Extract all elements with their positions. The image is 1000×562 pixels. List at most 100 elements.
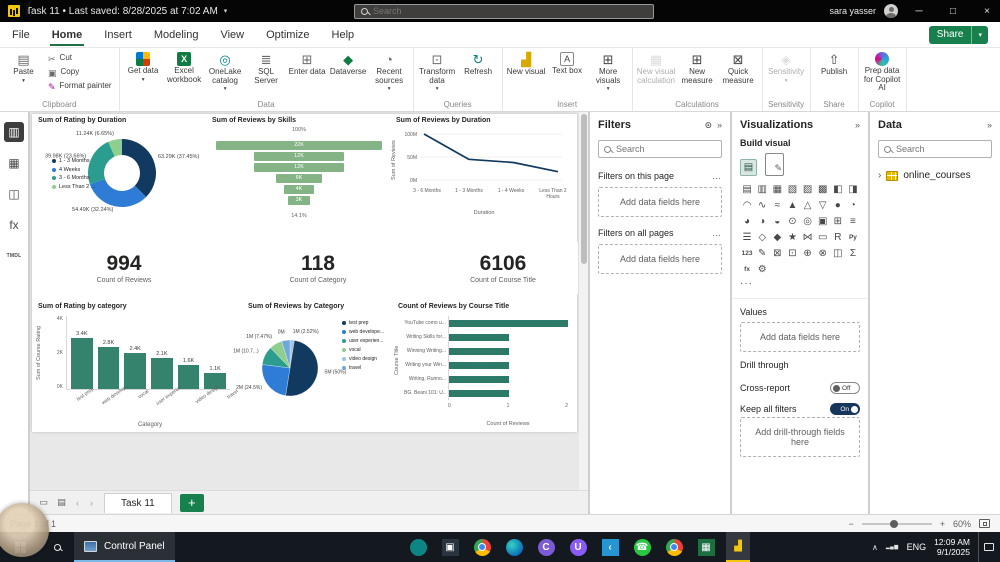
keep-filters-toggle[interactable]: On — [830, 403, 860, 415]
table-view[interactable]: ▦ — [4, 153, 24, 173]
ribbon-button-onelake-catalog[interactable]: ◎ OneLake catalog ▾ — [205, 49, 246, 92]
visual-pie-chart[interactable]: Sum of Reviews by Category test prep web … — [233, 300, 392, 430]
viz-type-icon-32[interactable]: 123 — [740, 246, 754, 260]
viz-type-icon-14[interactable]: ● — [831, 198, 845, 212]
viz-type-icon-4[interactable]: ▨ — [801, 182, 815, 196]
language-indicator[interactable]: ENG — [907, 542, 927, 552]
viz-type-icon-39[interactable]: Σ — [846, 246, 860, 260]
ribbon-button-new-visual-calculation[interactable]: ▦ New visual calculation — [636, 49, 677, 85]
zoom-slider[interactable] — [861, 519, 932, 528]
vscode-icon[interactable]: ‹ — [598, 532, 622, 562]
funnel-bar-2[interactable]: 12K — [253, 162, 345, 172]
viz-type-icon-28[interactable]: ⋈ — [801, 230, 815, 244]
data-search-box[interactable] — [878, 140, 992, 158]
viz-type-icon-22[interactable]: ⊞ — [831, 214, 845, 228]
chrome-icon[interactable] — [470, 532, 494, 562]
viz-type-icon-17[interactable]: ◑ — [755, 214, 769, 228]
prev-page-arrow[interactable]: ‹ — [72, 495, 83, 511]
collapse-filters-icon[interactable]: » — [717, 120, 722, 130]
ribbon-button-refresh[interactable]: ↻ Refresh — [458, 49, 499, 77]
data-search-input[interactable] — [896, 144, 986, 154]
bar-travel[interactable]: 1.1K — [204, 316, 227, 389]
user-name[interactable]: sara yasser — [829, 6, 876, 16]
format-visual-mode-icon[interactable]: ✎ — [765, 153, 784, 176]
bar-video-design[interactable]: 1.6K — [177, 316, 200, 389]
hbar-writing-skills-for[interactable] — [449, 333, 568, 341]
viz-type-icon-19[interactable]: ⊙ — [785, 214, 799, 228]
viz-type-icon-13[interactable]: ▽ — [816, 198, 830, 212]
ribbon-button-paste[interactable]: ▤ Paste ▾ — [3, 49, 44, 84]
viz-type-icon-12[interactable]: △ — [801, 198, 815, 212]
drill-through-dropzone[interactable]: Add drill-through fields here — [740, 417, 860, 457]
taskbar-app-control-panel[interactable]: Control Panel — [74, 532, 175, 562]
card-count-of-category[interactable]: 118 Count of Category — [248, 242, 388, 294]
eye-icon[interactable]: ⊙ — [704, 120, 712, 131]
hbar-youtube-como-u[interactable] — [449, 319, 568, 327]
filters-search-box[interactable] — [598, 140, 722, 158]
ribbon-button-excel-workbook[interactable]: X Excel workbook — [164, 49, 205, 84]
card-count-of-course-title[interactable]: 6106 Count of Course Title — [428, 242, 578, 294]
viz-type-icon-6[interactable]: ◧ — [831, 182, 845, 196]
powerbi-icon[interactable]: ▟ — [726, 532, 750, 562]
bar-web-develop[interactable]: 2.8K — [97, 316, 120, 389]
collapse-data-icon[interactable]: » — [987, 120, 992, 130]
close-button[interactable]: × — [974, 0, 1000, 22]
viz-type-icon-37[interactable]: ⊗ — [816, 246, 830, 260]
page-list-icon[interactable]: ▤ — [54, 495, 69, 511]
hbar-winning-writing[interactable] — [449, 347, 568, 355]
viz-type-icon-29[interactable]: ▭ — [816, 230, 830, 244]
filters-search-input[interactable] — [616, 144, 716, 154]
viz-type-icon-24[interactable]: ☰ — [740, 230, 754, 244]
notification-center-button[interactable] — [978, 532, 998, 562]
viz-type-icon-35[interactable]: ⊡ — [785, 246, 799, 260]
viz-type-icon-26[interactable]: ◆ — [770, 230, 784, 244]
excel-app-icon[interactable]: ▦ — [694, 532, 718, 562]
table-online-courses[interactable]: › online_courses — [878, 170, 992, 181]
report-view[interactable]: ▥ — [4, 122, 24, 142]
viz-type-icon-2[interactable]: ▦ — [770, 182, 784, 196]
viz-type-icon-30[interactable]: R — [831, 230, 845, 244]
ribbon-button-cut[interactable]: ✂ Cut — [46, 52, 114, 65]
next-page-arrow[interactable]: › — [86, 495, 97, 511]
zoom-level[interactable]: 60% — [953, 519, 971, 529]
menu-optimize[interactable]: Optimize — [266, 22, 309, 47]
viz-type-icon-10[interactable]: ≈ — [770, 198, 784, 212]
ribbon-button-publish[interactable]: ⇧ Publish — [814, 49, 855, 77]
photos-app-icon[interactable]: ▣ — [438, 532, 462, 562]
ribbon-button-quick-measure[interactable]: ⊠ Quick measure — [718, 49, 759, 85]
viz-type-icon-9[interactable]: ∿ — [755, 198, 769, 212]
filters-all-pages-dropzone[interactable]: Add data fields here — [598, 244, 722, 274]
user-avatar[interactable] — [884, 4, 898, 18]
collapse-visualizations-icon[interactable]: » — [855, 120, 860, 130]
menu-modeling[interactable]: Modeling — [154, 22, 199, 47]
viz-type-icon-40[interactable]: fx — [740, 262, 754, 276]
viz-type-icon-18[interactable]: ◒ — [770, 214, 784, 228]
funnel-bar-5[interactable]: 3K — [287, 195, 311, 205]
donut-slice-1-3-months[interactable] — [122, 139, 156, 197]
pie-slice-2[interactable] — [261, 364, 291, 396]
page-tab-task11[interactable]: Task 11 — [104, 492, 172, 513]
filters-page-dropzone[interactable]: Add data fields here — [598, 187, 722, 217]
viz-type-icon-5[interactable]: ▩ — [816, 182, 830, 196]
funnel-bar-3[interactable]: 6K — [276, 173, 322, 183]
menu-home[interactable]: Home — [49, 22, 84, 47]
ribbon-button-copy[interactable]: ▣ Copy — [46, 66, 114, 79]
whatsapp-icon[interactable]: ☎ — [630, 532, 654, 562]
viz-type-icon-8[interactable]: ◠ — [740, 198, 754, 212]
menu-view[interactable]: View — [220, 22, 244, 47]
browser-app-icon[interactable] — [662, 532, 686, 562]
tmdl-view[interactable]: TMDL — [4, 246, 24, 266]
report-canvas[interactable]: Sum of Rating by Duration 63.29K (37.45%… — [30, 112, 588, 490]
viz-type-icon-41[interactable]: ⚙ — [755, 262, 769, 276]
values-dropzone[interactable]: Add data fields here — [740, 322, 860, 352]
global-search-input[interactable] — [373, 6, 647, 16]
ribbon-button-dataverse[interactable]: ◆ Dataverse — [328, 49, 369, 77]
viz-type-icon-33[interactable]: ✎ — [755, 246, 769, 260]
expand-icon[interactable]: › — [878, 170, 881, 181]
bar-test-prep[interactable]: 3.4K — [71, 316, 93, 389]
zoom-in-button[interactable]: + — [940, 519, 945, 529]
cross-report-toggle[interactable]: Off — [830, 382, 860, 394]
ribbon-button-get-data[interactable]: Get data ▾ — [123, 49, 164, 83]
share-caret-icon[interactable]: ▾ — [971, 25, 988, 44]
menu-help[interactable]: Help — [332, 22, 355, 47]
